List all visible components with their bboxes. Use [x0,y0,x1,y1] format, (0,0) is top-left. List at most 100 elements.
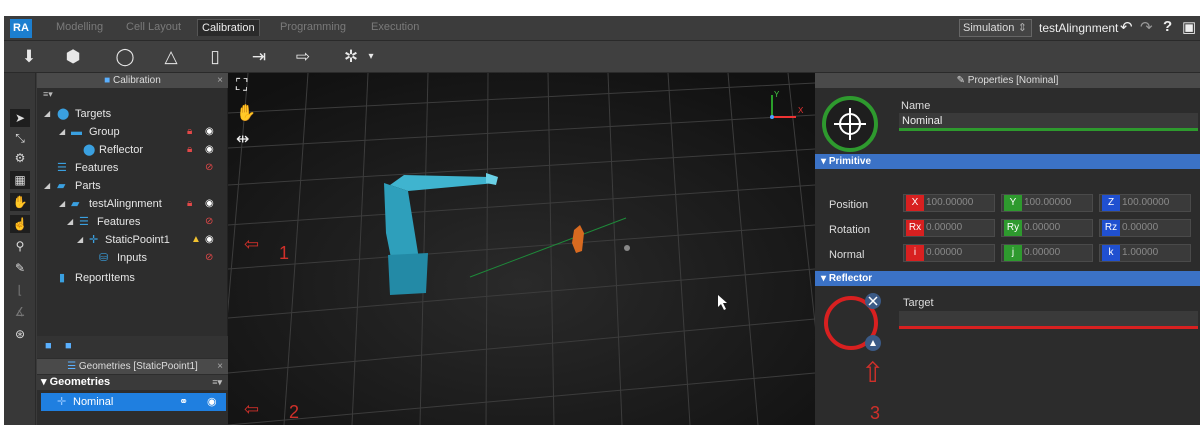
dropdown-icon[interactable]: ▾ [360,47,382,67]
lock-icon[interactable]: 🔒︎ [187,141,192,159]
section-view-icon[interactable]: ⇹ [236,129,249,149]
normal-j-field[interactable]: j 0.00000 [1001,244,1093,262]
save-icon[interactable]: ▣ [1182,18,1196,36]
robot-view-icon[interactable]: ✋ [236,103,256,123]
static-point[interactable] [624,245,630,251]
rotation-ry-field[interactable]: Ry 0.00000 [1001,219,1093,237]
tree-label: Inputs [117,252,147,264]
eye-icon[interactable]: ◉ [205,123,214,141]
mode-select[interactable]: Simulation ⇕ [959,19,1032,37]
reflector-section-header[interactable]: ▾ Reflector [815,271,1200,286]
tab-modelling[interactable]: Modelling [56,21,103,33]
rotation-rx-field[interactable]: Rx 0.00000 [903,219,995,237]
hand-tool-icon[interactable]: ✋ [10,193,30,211]
folder-icon: ■ [104,75,111,86]
collapse-icon[interactable]: ▾ [41,376,47,388]
primitive-section-header[interactable]: ▾ Primitive [815,154,1200,169]
panel-tab-strip: ■ ■ [37,336,228,358]
expand-icon[interactable]: ◢ [77,231,83,249]
tab-programming[interactable]: Programming [280,21,346,33]
eye-icon[interactable]: ◉ [205,195,214,213]
tree-label: Targets [75,108,112,120]
list-menu-icon[interactable]: ≡▾ [43,89,53,100]
clear-target-button[interactable] [866,294,882,310]
move-tool-icon[interactable]: ⤡ [10,129,30,147]
import-icon[interactable]: ⇥ [248,47,270,67]
select-tool-icon[interactable]: ➤ [10,109,30,127]
cylinder-icon[interactable]: ▯ [204,47,226,67]
pick-target-button[interactable] [866,336,882,352]
fit-view-icon[interactable]: ⛶ [236,77,247,95]
normal-k-field[interactable]: k 1.00000 [1099,244,1191,262]
tab-cell-layout[interactable]: Cell Layout [126,21,181,33]
i-axis-badge: i [906,245,924,261]
list-menu-icon[interactable]: ≡▾ [212,375,222,390]
undo-icon[interactable]: ↶ [1120,18,1133,36]
target-tool-icon[interactable]: ⊛ [10,325,30,343]
sphere-icon[interactable]: ◯ [114,47,136,67]
redo-icon[interactable]: ↷ [1140,18,1153,36]
tree-item-targets[interactable]: ◢ ⬤ Targets [37,105,228,123]
import-part-icon[interactable]: ⬇ [18,47,40,67]
tree-item-group[interactable]: ◢ ▬ Group 🔒︎ ◉ [37,123,228,141]
eye-icon[interactable]: ◉ [205,231,214,249]
normal-i-field[interactable]: i 0.00000 [903,244,995,262]
tree-item-features[interactable]: ☰ Features ⊘ [37,159,228,177]
tree-item-reflector[interactable]: ⬤ Reflector 🔒︎ ◉ [37,141,228,159]
target-input[interactable] [899,311,1198,329]
tree-item-inputs[interactable]: ⛁ Inputs ⊘ [37,249,228,267]
position-z-field[interactable]: Z 100.00000 [1099,194,1191,212]
hidden-eye-icon[interactable]: ⊘ [205,213,213,231]
mode-select-value: Simulation [963,22,1015,34]
position-y-field[interactable]: Y 100.00000 [1001,194,1093,212]
magic-wand-icon[interactable]: ✲ [340,47,362,67]
robot-tool-icon[interactable]: ⚙ [10,149,30,167]
geometry-item-nominal[interactable]: ✛ Nominal ⚭ ◉ [41,393,226,411]
3d-viewport[interactable]: Y X ⛶ ✋ ⇹ [228,73,815,425]
export-icon[interactable]: ⇨ [292,47,314,67]
rotation-rz-field[interactable]: Rz 0.00000 [1099,219,1191,237]
pick-tool-icon[interactable]: ☝ [10,215,30,233]
pen-tool-icon[interactable]: ✎ [10,259,30,277]
normal-j-value: 0.00000 [1024,247,1061,258]
tree-item-testalingnment[interactable]: ◢ ▰ testAlingnment 🔒︎ ◉ [37,195,228,213]
collapse-icon[interactable]: ▾ [821,273,826,284]
box-icon[interactable]: ⬢ [62,47,84,67]
collapse-icon[interactable]: ▾ [821,156,826,167]
tree-item-reportitems[interactable]: ▮ ReportItems [37,269,228,287]
lock-icon[interactable]: 🔒︎ [187,195,192,213]
expand-icon[interactable]: ◢ [59,123,65,141]
tab-calibration[interactable]: Calibration [197,19,260,36]
hidden-eye-icon[interactable]: ⊘ [205,159,213,177]
expand-icon[interactable]: ◢ [44,177,50,195]
grid-tool-icon[interactable]: ▦ [10,171,30,189]
chart-tool-icon[interactable]: ⌊ [10,281,30,299]
tree-item-parts[interactable]: ◢ ▰ Parts [37,177,228,195]
eye-icon[interactable]: ◉ [207,393,217,411]
geometries-section[interactable]: ▾ Geometries ≡▾ [37,375,228,390]
eye-icon[interactable]: ◉ [205,141,214,159]
title-bar: RA Modelling Cell Layout Calibration Pro… [4,16,1200,41]
tree-label: ReportItems [75,272,135,284]
close-icon[interactable]: × [217,73,223,88]
tab-execution[interactable]: Execution [371,21,419,33]
tree-item-features-2[interactable]: ◢ ☰ Features ⊘ [37,213,228,231]
name-input[interactable]: Nominal [899,113,1198,131]
expand-icon[interactable]: ◢ [44,105,50,123]
expand-icon[interactable]: ◢ [59,195,65,213]
cone-icon[interactable]: △ [160,47,182,67]
folder-tab-icon[interactable]: ■ [45,340,52,352]
position-x-field[interactable]: X 100.00000 [903,194,995,212]
hidden-eye-icon[interactable]: ⊘ [205,249,213,267]
link-icon[interactable]: ⚭ [179,393,188,411]
folder-tab-icon[interactable]: ■ [65,340,72,352]
expand-icon[interactable]: ◢ [67,213,73,231]
app-window: RA Modelling Cell Layout Calibration Pro… [4,16,1200,425]
measure-tool-icon[interactable]: ∡ [10,303,30,321]
ry-axis-badge: Ry [1004,220,1022,236]
help-icon[interactable]: ? [1163,18,1172,35]
close-icon[interactable]: × [217,359,223,374]
tree-item-staticpooint1[interactable]: ◢ ✛ StaticPooint1 ▲ ◉ [37,231,228,249]
probe-tool-icon[interactable]: ⚲ [10,237,30,255]
lock-icon[interactable]: 🔒︎ [187,123,192,141]
